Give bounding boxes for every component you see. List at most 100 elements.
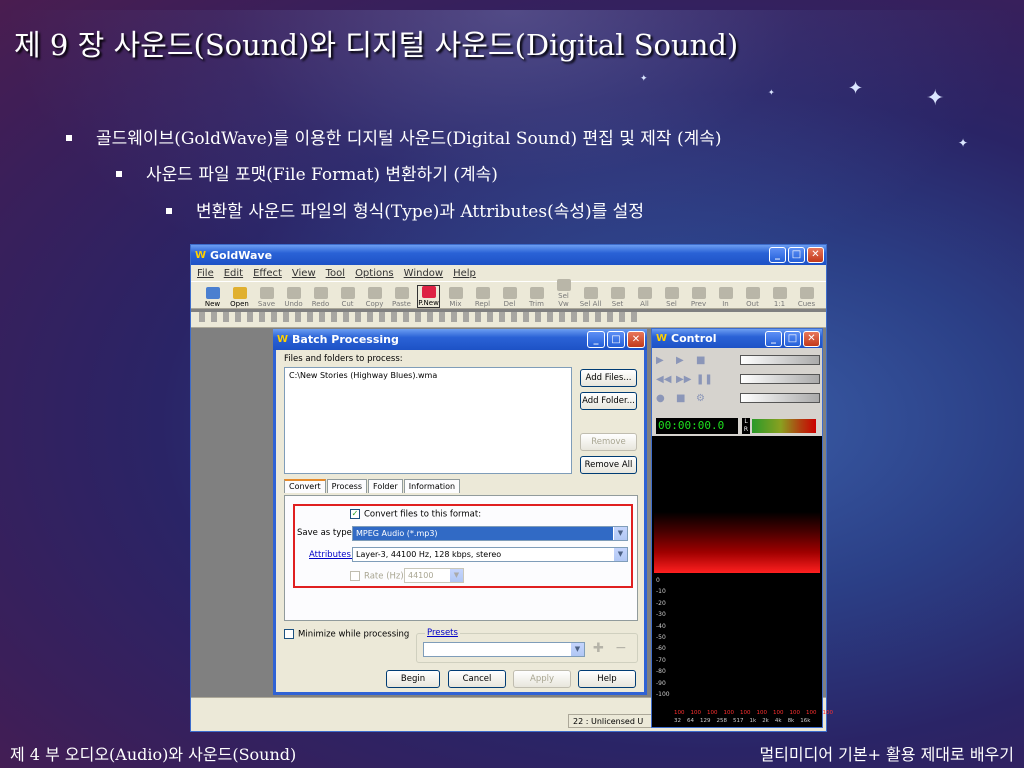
trim-button[interactable]: Trim: [525, 287, 548, 308]
transport-row-2: ◀◀ ▶▶ ❚❚: [656, 373, 713, 387]
chevron-down-icon[interactable]: ▼: [613, 527, 627, 540]
select-view-button[interactable]: Sel Vw: [552, 279, 575, 308]
tab-folder[interactable]: Folder: [368, 479, 403, 493]
menu-view[interactable]: View: [292, 268, 316, 279]
settings-icon[interactable]: ⚙: [696, 394, 708, 404]
undo-icon: [286, 287, 301, 299]
chevron-down-icon[interactable]: ▼: [449, 569, 463, 582]
effects-toolbar[interactable]: [191, 312, 826, 328]
presets-select[interactable]: ▼: [423, 642, 585, 657]
control-title-bar[interactable]: W Control _ □ ✕: [652, 329, 822, 348]
cancel-button[interactable]: Cancel: [448, 670, 506, 688]
convert-checkbox[interactable]: ✓: [350, 509, 360, 519]
replace-button[interactable]: Repl: [471, 287, 494, 308]
chevron-down-icon[interactable]: ▼: [570, 643, 584, 656]
minimize-button[interactable]: _: [765, 330, 782, 347]
window-controls: _ □ ✕: [765, 330, 822, 347]
copy-button[interactable]: Copy: [363, 287, 386, 308]
play-icon[interactable]: ▶: [656, 356, 668, 366]
pause-icon[interactable]: ❚❚: [696, 375, 713, 385]
minimize-checkbox[interactable]: [284, 629, 294, 639]
add-folder-button[interactable]: Add Folder...: [580, 392, 637, 410]
rate-select[interactable]: 44100 ▼: [404, 568, 464, 583]
tab-process[interactable]: Process: [326, 479, 367, 493]
tab-information[interactable]: Information: [403, 479, 461, 493]
bullet-text: 변환할 사운드 파일의 형식(Type)과 Attributes(속성)를 설정: [196, 202, 644, 222]
footer-left: 제 4 부 오디오(Audio)와 사운드(Sound): [10, 745, 297, 764]
stop-icon[interactable]: ■: [696, 356, 708, 366]
zoom-in-button[interactable]: In: [714, 287, 737, 308]
file-item[interactable]: C:\New Stories (Highway Blues).wma: [289, 371, 567, 380]
speed-slider[interactable]: [740, 393, 820, 403]
select-all-button[interactable]: Sel All: [579, 287, 602, 308]
maximize-button[interactable]: □: [784, 330, 801, 347]
remove-button[interactable]: Remove: [580, 433, 637, 451]
remove-preset-icon[interactable]: −: [615, 640, 627, 656]
set-button[interactable]: Set: [606, 287, 629, 308]
close-button[interactable]: ✕: [803, 330, 820, 347]
chevron-down-icon[interactable]: ▼: [613, 548, 627, 561]
menu-window[interactable]: Window: [404, 268, 443, 279]
menu-edit[interactable]: Edit: [224, 268, 243, 279]
db-scale: 0 -10 -20 -30 -40 -50 -60 -70 -80 -90 -100: [656, 577, 670, 699]
files-list[interactable]: C:\New Stories (Highway Blues).wma: [284, 367, 572, 474]
zoom-previous-button[interactable]: Prev: [687, 287, 710, 308]
paste-new-button[interactable]: P.New: [417, 285, 440, 308]
tab-convert[interactable]: Convert: [284, 479, 326, 493]
batch-title-bar[interactable]: W Batch Processing _ □ ✕: [273, 329, 647, 350]
delete-button[interactable]: Del: [498, 287, 521, 308]
begin-button[interactable]: Begin: [386, 670, 440, 688]
save-as-select[interactable]: MPEG Audio (*.mp3) ▼: [352, 526, 628, 541]
paste-button[interactable]: Paste: [390, 287, 413, 308]
menu-tool[interactable]: Tool: [326, 268, 345, 279]
maximize-button[interactable]: □: [788, 247, 805, 263]
zoom-selection-button[interactable]: Sel: [660, 287, 683, 308]
save-button[interactable]: Save: [255, 287, 278, 308]
help-button[interactable]: Help: [578, 670, 636, 688]
volume-slider[interactable]: [740, 355, 820, 365]
presets-label[interactable]: Presets: [425, 628, 460, 638]
undo-button[interactable]: Undo: [282, 287, 305, 308]
maximize-button[interactable]: □: [607, 331, 625, 348]
cues-button[interactable]: Cues: [795, 287, 818, 308]
minimize-button[interactable]: _: [587, 331, 605, 348]
zoom-1-1-button[interactable]: 1:1: [768, 287, 791, 308]
fast-forward-icon[interactable]: ▶▶: [676, 375, 691, 385]
time-display: 00:00:00.0: [656, 418, 738, 434]
add-files-button[interactable]: Add Files...: [580, 369, 637, 387]
goldwave-title: GoldWave: [210, 248, 273, 262]
play-selection-icon[interactable]: ▶: [676, 356, 688, 366]
menu-help[interactable]: Help: [453, 268, 476, 279]
apply-button[interactable]: Apply: [513, 670, 571, 688]
balance-slider[interactable]: [740, 374, 820, 384]
close-button[interactable]: ✕: [627, 331, 645, 348]
attributes-link[interactable]: Attributes:: [309, 550, 354, 560]
remove-all-button[interactable]: Remove All: [580, 456, 637, 474]
minimize-button[interactable]: _: [769, 247, 786, 263]
zoom-out-button[interactable]: Out: [741, 287, 764, 308]
batch-processing-dialog: W Batch Processing _ □ ✕ Files and folde…: [273, 329, 647, 695]
minimize-row[interactable]: Minimize while processing: [284, 629, 409, 640]
control-window: W Control _ □ ✕ ▶ ▶ ■ ◀◀ ▶▶ ❚❚ ● ■ ⚙ 00:…: [651, 328, 833, 728]
stop-record-icon[interactable]: ■: [676, 394, 688, 404]
open-button[interactable]: Open: [228, 287, 251, 308]
menu-effect[interactable]: Effect: [253, 268, 282, 279]
new-button[interactable]: New: [201, 287, 224, 308]
convert-checkbox-row[interactable]: ✓ Convert files to this format:: [350, 509, 481, 520]
rate-checkbox[interactable]: [350, 571, 360, 581]
record-icon[interactable]: ●: [656, 394, 668, 404]
mix-button[interactable]: Mix: [444, 287, 467, 308]
menu-file[interactable]: File: [197, 268, 214, 279]
menu-options[interactable]: Options: [355, 268, 394, 279]
goldwave-title-bar[interactable]: W GoldWave _ □ ✕: [191, 245, 826, 265]
paste-new-icon: [421, 286, 436, 298]
attributes-select[interactable]: Layer-3, 44100 Hz, 128 kbps, stereo ▼: [352, 547, 628, 562]
redo-button[interactable]: Redo: [309, 287, 332, 308]
cut-button[interactable]: Cut: [336, 287, 359, 308]
zoom-all-button[interactable]: All: [633, 287, 656, 308]
close-button[interactable]: ✕: [807, 247, 824, 263]
rewind-icon[interactable]: ◀◀: [656, 375, 671, 385]
frequency-levels: 100 100 100 100 100 100 100 100 100 100: [674, 710, 833, 716]
add-preset-icon[interactable]: ✚: [593, 641, 604, 656]
mix-icon: [448, 287, 463, 299]
